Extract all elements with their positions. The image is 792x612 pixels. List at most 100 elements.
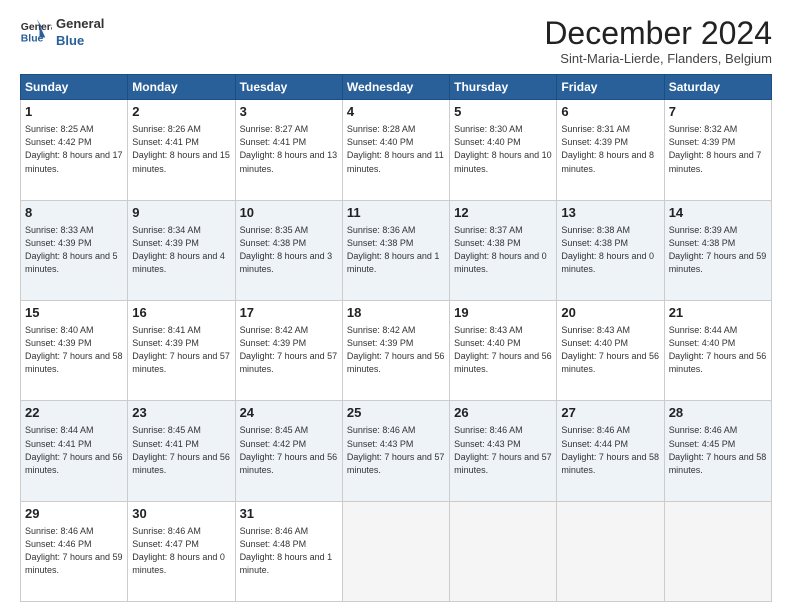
day-info: Sunrise: 8:38 AMSunset: 4:38 PMDaylight:… xyxy=(561,224,659,276)
calendar-cell: 20 Sunrise: 8:43 AMSunset: 4:40 PMDayligh… xyxy=(557,300,664,400)
day-info: Sunrise: 8:41 AMSunset: 4:39 PMDaylight:… xyxy=(132,324,230,376)
day-number: 29 xyxy=(25,505,123,523)
calendar-cell xyxy=(557,501,664,601)
day-info: Sunrise: 8:32 AMSunset: 4:39 PMDaylight:… xyxy=(669,123,767,175)
location: Sint-Maria-Lierde, Flanders, Belgium xyxy=(544,51,772,66)
day-info: Sunrise: 8:40 AMSunset: 4:39 PMDaylight:… xyxy=(25,324,123,376)
day-number: 23 xyxy=(132,404,230,422)
logo: General Blue General Blue xyxy=(20,16,104,50)
day-info: Sunrise: 8:30 AMSunset: 4:40 PMDaylight:… xyxy=(454,123,552,175)
calendar-cell: 25Sunrise: 8:46 AMSunset: 4:43 PMDayligh… xyxy=(342,401,449,501)
day-info: Sunrise: 8:46 AMSunset: 4:48 PMDaylight:… xyxy=(240,525,338,577)
logo-blue: Blue xyxy=(56,33,104,50)
day-number: 2 xyxy=(132,103,230,121)
day-number: 28 xyxy=(669,404,767,422)
day-info: Sunrise: 8:46 AMSunset: 4:44 PMDaylight:… xyxy=(561,424,659,476)
calendar-cell: 27 Sunrise: 8:46 AMSunset: 4:44 PMDayligh… xyxy=(557,401,664,501)
day-number: 10 xyxy=(240,204,338,222)
day-info: Sunrise: 8:42 AMSunset: 4:39 PMDaylight:… xyxy=(347,324,445,376)
day-info: Sunrise: 8:31 AMSunset: 4:39 PMDaylight:… xyxy=(561,123,659,175)
calendar-table: SundayMondayTuesdayWednesdayThursdayFrid… xyxy=(20,74,772,602)
day-number: 18 xyxy=(347,304,445,322)
day-number: 13 xyxy=(561,204,659,222)
day-number: 26 xyxy=(454,404,552,422)
day-number: 17 xyxy=(240,304,338,322)
col-header-thursday: Thursday xyxy=(450,75,557,100)
day-info: Sunrise: 8:25 AMSunset: 4:42 PMDaylight:… xyxy=(25,123,123,175)
day-number: 3 xyxy=(240,103,338,121)
calendar-cell xyxy=(664,501,771,601)
title-block: December 2024 Sint-Maria-Lierde, Flander… xyxy=(544,16,772,66)
col-header-sunday: Sunday xyxy=(21,75,128,100)
calendar-cell: 4Sunrise: 8:28 AMSunset: 4:40 PMDaylight… xyxy=(342,100,449,200)
col-header-tuesday: Tuesday xyxy=(235,75,342,100)
calendar-cell: 21 Sunrise: 8:44 AMSunset: 4:40 PMDayligh… xyxy=(664,300,771,400)
day-info: Sunrise: 8:33 AMSunset: 4:39 PMDaylight:… xyxy=(25,224,123,276)
col-header-wednesday: Wednesday xyxy=(342,75,449,100)
day-number: 11 xyxy=(347,204,445,222)
day-number: 21 xyxy=(669,304,767,322)
calendar-cell: 19 Sunrise: 8:43 AMSunset: 4:40 PMDayligh… xyxy=(450,300,557,400)
calendar-cell: 28 Sunrise: 8:46 AMSunset: 4:45 PMDayligh… xyxy=(664,401,771,501)
calendar-cell xyxy=(450,501,557,601)
calendar-cell: 13 Sunrise: 8:38 AMSunset: 4:38 PMDayligh… xyxy=(557,200,664,300)
day-info: Sunrise: 8:39 AMSunset: 4:38 PMDaylight:… xyxy=(669,224,767,276)
day-number: 12 xyxy=(454,204,552,222)
calendar-cell: 2 Sunrise: 8:26 AMSunset: 4:41 PMDaylight… xyxy=(128,100,235,200)
day-number: 20 xyxy=(561,304,659,322)
day-number: 6 xyxy=(561,103,659,121)
day-info: Sunrise: 8:46 AMSunset: 4:43 PMDaylight:… xyxy=(454,424,552,476)
day-info: Sunrise: 8:42 AMSunset: 4:39 PMDaylight:… xyxy=(240,324,338,376)
day-info: Sunrise: 8:27 AMSunset: 4:41 PMDaylight:… xyxy=(240,123,338,175)
day-number: 30 xyxy=(132,505,230,523)
day-info: Sunrise: 8:45 AMSunset: 4:42 PMDaylight:… xyxy=(240,424,338,476)
calendar-cell: 11 Sunrise: 8:36 AMSunset: 4:38 PMDayligh… xyxy=(342,200,449,300)
calendar-cell: 9 Sunrise: 8:34 AMSunset: 4:39 PMDaylight… xyxy=(128,200,235,300)
day-info: Sunrise: 8:46 AMSunset: 4:46 PMDaylight:… xyxy=(25,525,123,577)
header: General Blue General Blue December 2024 … xyxy=(20,16,772,66)
day-info: Sunrise: 8:46 AMSunset: 4:47 PMDaylight:… xyxy=(132,525,230,577)
day-info: Sunrise: 8:44 AMSunset: 4:40 PMDaylight:… xyxy=(669,324,767,376)
calendar-cell: 18 Sunrise: 8:42 AMSunset: 4:39 PMDayligh… xyxy=(342,300,449,400)
calendar-cell: 22Sunrise: 8:44 AMSunset: 4:41 PMDayligh… xyxy=(21,401,128,501)
col-header-monday: Monday xyxy=(128,75,235,100)
calendar-cell: 7Sunrise: 8:32 AMSunset: 4:39 PMDaylight… xyxy=(664,100,771,200)
month-title: December 2024 xyxy=(544,16,772,51)
day-info: Sunrise: 8:37 AMSunset: 4:38 PMDaylight:… xyxy=(454,224,552,276)
calendar-cell: 17 Sunrise: 8:42 AMSunset: 4:39 PMDayligh… xyxy=(235,300,342,400)
calendar-cell: 30 Sunrise: 8:46 AMSunset: 4:47 PMDayligh… xyxy=(128,501,235,601)
calendar-cell: 12 Sunrise: 8:37 AMSunset: 4:38 PMDayligh… xyxy=(450,200,557,300)
calendar-cell: 10 Sunrise: 8:35 AMSunset: 4:38 PMDayligh… xyxy=(235,200,342,300)
day-number: 22 xyxy=(25,404,123,422)
calendar-cell: 24 Sunrise: 8:45 AMSunset: 4:42 PMDayligh… xyxy=(235,401,342,501)
calendar-cell: 29 Sunrise: 8:46 AMSunset: 4:46 PMDayligh… xyxy=(21,501,128,601)
day-number: 25 xyxy=(347,404,445,422)
day-info: Sunrise: 8:36 AMSunset: 4:38 PMDaylight:… xyxy=(347,224,445,276)
logo-icon: General Blue xyxy=(20,19,52,47)
calendar-cell: 14Sunrise: 8:39 AMSunset: 4:38 PMDayligh… xyxy=(664,200,771,300)
col-header-saturday: Saturday xyxy=(664,75,771,100)
day-number: 4 xyxy=(347,103,445,121)
day-number: 19 xyxy=(454,304,552,322)
day-info: Sunrise: 8:43 AMSunset: 4:40 PMDaylight:… xyxy=(561,324,659,376)
calendar-cell: 5Sunrise: 8:30 AMSunset: 4:40 PMDaylight… xyxy=(450,100,557,200)
day-number: 9 xyxy=(132,204,230,222)
calendar-cell: 1 Sunrise: 8:25 AMSunset: 4:42 PMDaylight… xyxy=(21,100,128,200)
day-info: Sunrise: 8:35 AMSunset: 4:38 PMDaylight:… xyxy=(240,224,338,276)
day-info: Sunrise: 8:26 AMSunset: 4:41 PMDaylight:… xyxy=(132,123,230,175)
day-number: 16 xyxy=(132,304,230,322)
day-number: 27 xyxy=(561,404,659,422)
day-info: Sunrise: 8:43 AMSunset: 4:40 PMDaylight:… xyxy=(454,324,552,376)
calendar-cell: 8 Sunrise: 8:33 AMSunset: 4:39 PMDaylight… xyxy=(21,200,128,300)
col-header-friday: Friday xyxy=(557,75,664,100)
svg-text:General: General xyxy=(21,22,52,33)
day-info: Sunrise: 8:45 AMSunset: 4:41 PMDaylight:… xyxy=(132,424,230,476)
day-number: 8 xyxy=(25,204,123,222)
day-info: Sunrise: 8:34 AMSunset: 4:39 PMDaylight:… xyxy=(132,224,230,276)
calendar-cell: 16 Sunrise: 8:41 AMSunset: 4:39 PMDayligh… xyxy=(128,300,235,400)
calendar-cell: 15Sunrise: 8:40 AMSunset: 4:39 PMDayligh… xyxy=(21,300,128,400)
day-info: Sunrise: 8:46 AMSunset: 4:45 PMDaylight:… xyxy=(669,424,767,476)
day-number: 1 xyxy=(25,103,123,121)
day-number: 24 xyxy=(240,404,338,422)
calendar-cell: 26 Sunrise: 8:46 AMSunset: 4:43 PMDayligh… xyxy=(450,401,557,501)
